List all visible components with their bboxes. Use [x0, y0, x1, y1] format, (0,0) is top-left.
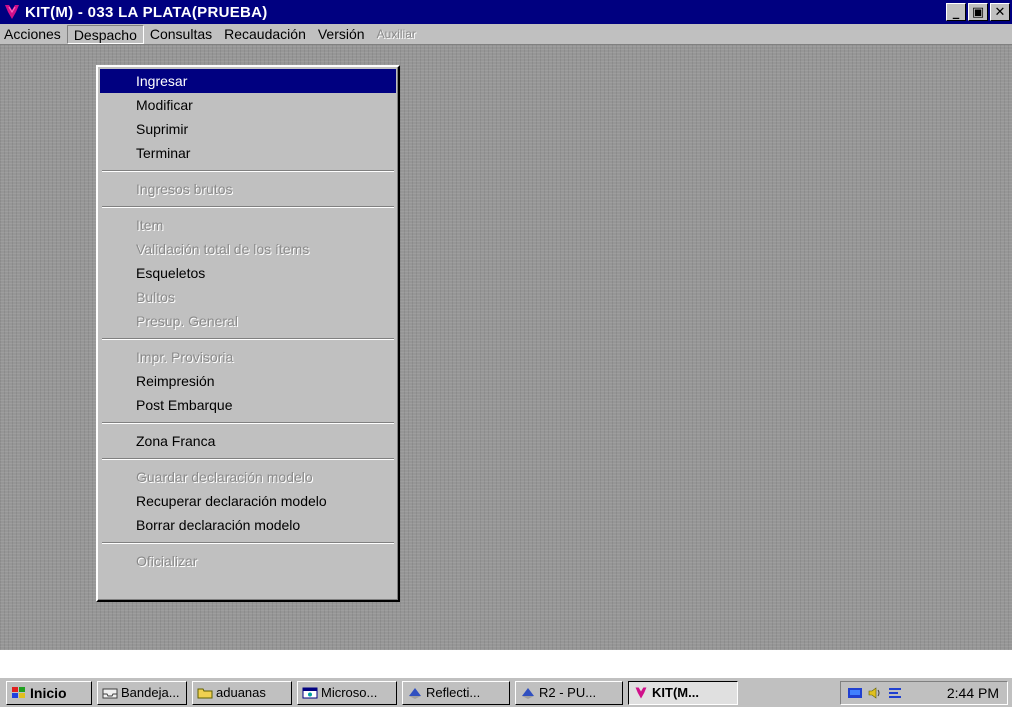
close-button[interactable]: ✕: [990, 3, 1010, 21]
menubar: Acciones Despacho Consultas Recaudación …: [0, 24, 1012, 45]
menu-item-zona-franca[interactable]: Zona Franca: [100, 429, 396, 453]
menu-item-guardar-declaracion: Guardar declaración modelo: [136, 469, 313, 485]
taskbar-button-label: Reflecti...: [426, 685, 481, 700]
menu-item-presup-general: Presup. General: [136, 313, 238, 329]
menu-separator: [102, 170, 394, 172]
speaker-icon[interactable]: [867, 686, 883, 700]
menu-separator: [102, 338, 394, 340]
taskbar-button-aduanas[interactable]: aduanas: [192, 680, 292, 705]
menu-item-recuperar-declaracion[interactable]: Recuperar declaración modelo: [100, 489, 396, 513]
start-button[interactable]: Inicio: [6, 680, 92, 705]
menu-item-reimpresion[interactable]: Reimpresión: [100, 369, 396, 393]
menu-item-ingresar[interactable]: Ingresar: [100, 69, 396, 93]
menu-item-validacion-total: Validación total de los ítems: [136, 241, 310, 257]
taskbar-button-r2[interactable]: R2 - PU...: [515, 680, 623, 705]
menu-separator: [102, 458, 394, 460]
reflection-app-icon: [522, 687, 534, 699]
menu-item-impr-provisoria: Impr. Provisoria: [136, 349, 234, 365]
start-label: Inicio: [30, 684, 67, 701]
menu-separator: [102, 542, 394, 544]
network-icon[interactable]: [847, 686, 863, 700]
menu-consultas[interactable]: Consultas: [144, 25, 218, 44]
inbox-icon: [102, 688, 118, 698]
taskbar-button-kit[interactable]: KIT(M...: [628, 680, 738, 705]
menu-despacho[interactable]: Despacho: [66, 24, 144, 44]
menu-version[interactable]: Versión: [312, 25, 371, 44]
menu-auxiliar: Auxiliar: [376, 26, 416, 41]
menu-item-terminar[interactable]: Terminar: [100, 141, 396, 165]
taskbar-button-microsoft[interactable]: Microso...: [297, 680, 397, 705]
window-titlebar[interactable]: KIT(M) - 033 LA PLATA(PRUEBA) _ ▣ ✕: [0, 0, 1012, 24]
menu-item-borrar-declaracion[interactable]: Borrar declaración modelo: [100, 513, 396, 537]
taskbar-button-reflection[interactable]: Reflecti...: [402, 680, 510, 705]
taskbar-button-label: aduanas: [216, 685, 266, 700]
maximize-button[interactable]: ▣: [968, 3, 988, 21]
menu-item-esqueletos[interactable]: Esqueletos: [100, 261, 396, 285]
menu-item-bultos: Bultos: [136, 289, 175, 305]
taskbar-button-label: Microso...: [321, 685, 378, 700]
menu-item-item: Item: [136, 217, 164, 233]
menu-separator: [102, 422, 394, 424]
menu-recaudacion[interactable]: Recaudación: [218, 25, 312, 44]
folder-icon: [197, 688, 213, 698]
reflection-app-icon: [409, 687, 421, 699]
menu-item-suprimir[interactable]: Suprimir: [100, 117, 396, 141]
taskbar-button-label: Bandeja...: [121, 685, 180, 700]
minimize-button[interactable]: _: [946, 3, 966, 21]
system-tray: 2:44 PM: [840, 681, 1008, 705]
task-scheduler-icon[interactable]: [887, 686, 903, 700]
menu-item-oficializar: Oficializar: [136, 553, 198, 569]
kit-app-icon: [5, 5, 19, 19]
taskbar-area: Inicio Bandeja... aduanas Microso... Ref…: [0, 650, 1012, 707]
window-title: KIT(M) - 033 LA PLATA(PRUEBA): [25, 3, 268, 21]
menu-item-post-embarque[interactable]: Post Embarque: [100, 393, 396, 417]
menu-item-ingresos-brutos: Ingresos brutos: [136, 181, 233, 197]
window-controls: _ ▣ ✕: [946, 3, 1010, 21]
taskbar: Inicio Bandeja... aduanas Microso... Ref…: [0, 677, 1012, 707]
kit-app-icon: [635, 687, 647, 698]
taskbar-button-bandeja[interactable]: Bandeja...: [97, 680, 187, 705]
taskbar-button-label: R2 - PU...: [539, 685, 597, 700]
taskbar-button-label: KIT(M...: [652, 685, 699, 700]
menu-item-modificar[interactable]: Modificar: [100, 93, 396, 117]
clock[interactable]: 2:44 PM: [947, 685, 999, 701]
despacho-dropdown-menu: Ingresar Modificar Suprimir Terminar Ing…: [96, 65, 400, 602]
menu-separator: [102, 206, 394, 208]
windows-logo-icon: [12, 686, 25, 698]
window-app-icon: [302, 687, 318, 698]
menu-acciones[interactable]: Acciones: [0, 25, 67, 44]
